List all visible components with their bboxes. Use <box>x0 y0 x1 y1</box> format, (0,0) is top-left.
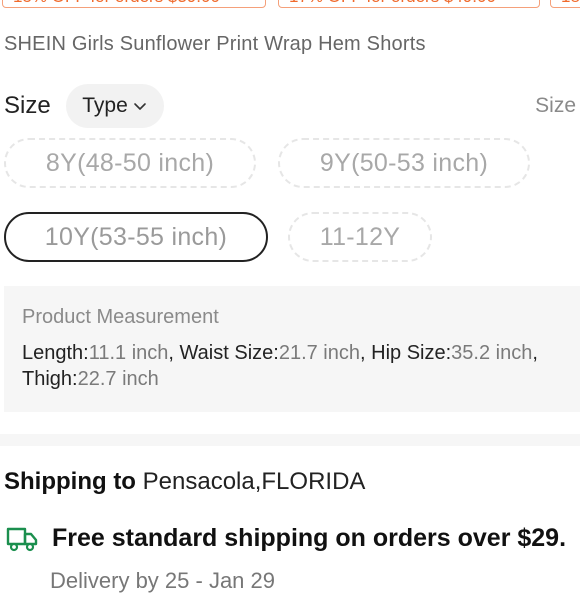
delivery-estimate: Delivery by 25 - Jan 29 <box>50 568 275 593</box>
size-option[interactable]: 9Y(50-53 inch) <box>278 138 530 188</box>
truck-icon <box>6 527 38 551</box>
promo-banner-row: 15% OFF for orders $39.00 17% OFF for or… <box>0 0 580 10</box>
measurement-details: Length:11.1 inch, Waist Size:21.7 inch, … <box>22 342 538 390</box>
hip-label: Hip Size: <box>371 342 452 364</box>
measurement-title: Product Measurement <box>22 306 219 328</box>
length-label: Length: <box>22 342 89 364</box>
hip-value: 35.2 inch <box>451 342 533 364</box>
type-dropdown[interactable]: Type <box>66 84 164 128</box>
product-title: SHEIN Girls Sunflower Print Wrap Hem Sho… <box>4 33 426 55</box>
length-value: 11.1 inch <box>88 342 169 364</box>
type-dropdown-label: Type <box>82 94 128 117</box>
promo-pill[interactable]: 18 <box>550 0 580 8</box>
promo-pill[interactable]: 15% OFF for orders $39.00 <box>2 0 266 8</box>
size-guide-link[interactable]: Size <box>535 94 576 118</box>
waist-label: Waist Size: <box>179 342 279 364</box>
section-divider <box>0 434 580 446</box>
shipping-location: Pensacola,FLORIDA <box>142 468 366 495</box>
product-measurement-panel: Product Measurement Length:11.1 inch, Wa… <box>4 286 580 412</box>
thigh-label: Thigh: <box>22 368 78 390</box>
waist-value: 21.7 inch <box>278 342 360 364</box>
thigh-value: 22.7 inch <box>77 368 159 390</box>
promo-pill[interactable]: 17% OFF for orders $49.00 <box>278 0 540 8</box>
chevron-down-icon <box>133 103 146 110</box>
size-option[interactable]: 11-12Y <box>288 212 432 262</box>
free-shipping-text: Free standard shipping on orders over $2… <box>52 524 567 552</box>
shipping-destination[interactable]: Shipping to Pensacola,FLORIDA <box>4 468 365 496</box>
size-option[interactable]: 8Y(48-50 inch) <box>4 138 256 188</box>
shipping-prefix: Shipping to <box>4 468 136 495</box>
size-label: Size <box>4 92 51 119</box>
size-option-selected[interactable]: 10Y(53-55 inch) <box>4 212 268 262</box>
free-shipping-row: Free standard shipping on orders over $2… <box>6 524 566 553</box>
